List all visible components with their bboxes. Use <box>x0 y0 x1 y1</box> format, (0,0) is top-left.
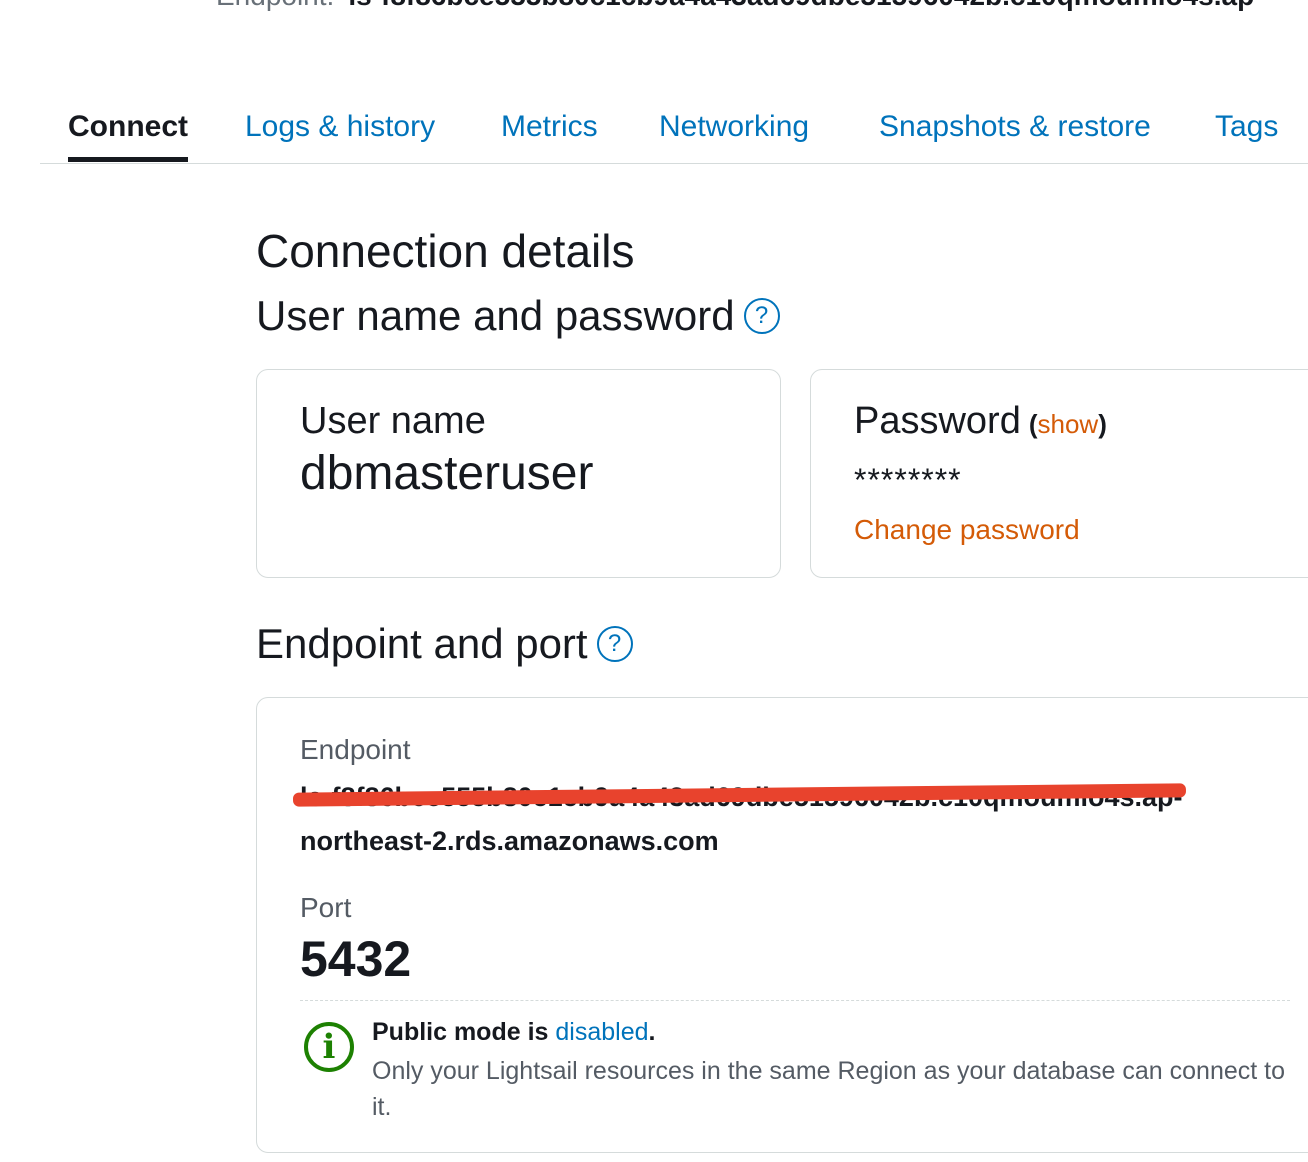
tab-networking[interactable]: Networking <box>659 110 809 144</box>
public-mode-prefix: Public mode is <box>372 1018 556 1046</box>
password-masked: ******** <box>854 462 962 498</box>
public-mode-description: Only your Lightsail resources in the sam… <box>372 1057 1286 1121</box>
endpoint-heading-text: Endpoint and port <box>256 620 588 667</box>
help-icon[interactable]: ? <box>596 626 633 662</box>
endpoint-heading: Endpoint and port ? <box>256 620 633 668</box>
user-name-label: User name <box>300 400 486 442</box>
divider <box>300 1000 1290 1001</box>
page-title: Connection details <box>256 225 635 277</box>
endpoint-card: Endpoint ls-f8f86bce555b80c1cb9a4a43ad69… <box>256 697 1308 1153</box>
password-label-row: Password (show) <box>854 400 1107 443</box>
tab-metrics[interactable]: Metrics <box>501 110 598 144</box>
public-mode-suffix: . <box>648 1018 656 1046</box>
credentials-heading-text: User name and password <box>256 292 735 339</box>
header-endpoint-value: ls-f8f86bce555b80c1cb9a4a43ad69dbe515960… <box>348 0 1263 11</box>
credentials-heading: User name and password ? <box>256 292 780 340</box>
user-name-card: User name dbmasteruser <box>256 369 781 578</box>
port-label: Port <box>300 892 352 923</box>
tab-tags[interactable]: Tags <box>1215 110 1278 144</box>
show-close-paren: ) <box>1098 409 1107 439</box>
public-mode-state-link[interactable]: disabled <box>555 1018 648 1046</box>
user-name-value: dbmasteruser <box>300 447 594 500</box>
change-password-link[interactable]: Change password <box>854 514 1080 546</box>
tab-connect[interactable]: Connect <box>68 110 188 162</box>
page: Endpoint: ls-f8f86bce555b80c1cb9a4a43ad69… <box>0 0 1308 1162</box>
info-icon: i <box>304 1022 354 1072</box>
public-mode-status: Public mode is disabled. <box>372 1018 655 1047</box>
tab-snapshots-restore[interactable]: Snapshots & restore <box>879 110 1151 144</box>
show-open-paren: ( <box>1028 409 1038 439</box>
tab-logs-history[interactable]: Logs & history <box>245 110 435 144</box>
help-icon[interactable]: ? <box>743 298 780 334</box>
show-wrap: (show) <box>1029 409 1107 439</box>
endpoint-label: Endpoint <box>300 734 411 765</box>
header-endpoint: Endpoint: ls-f8f86bce555b80c1cb9a4a43ad69… <box>216 0 1264 12</box>
password-label: Password <box>854 400 1021 442</box>
show-password-link[interactable]: show <box>1038 409 1099 439</box>
tab-bar: Connect Logs & history Metrics Networkin… <box>40 100 1308 164</box>
port-value: 5432 <box>300 931 412 987</box>
password-card: Password (show) ******** Change password <box>810 369 1308 578</box>
header-endpoint-label: Endpoint: <box>216 0 334 11</box>
